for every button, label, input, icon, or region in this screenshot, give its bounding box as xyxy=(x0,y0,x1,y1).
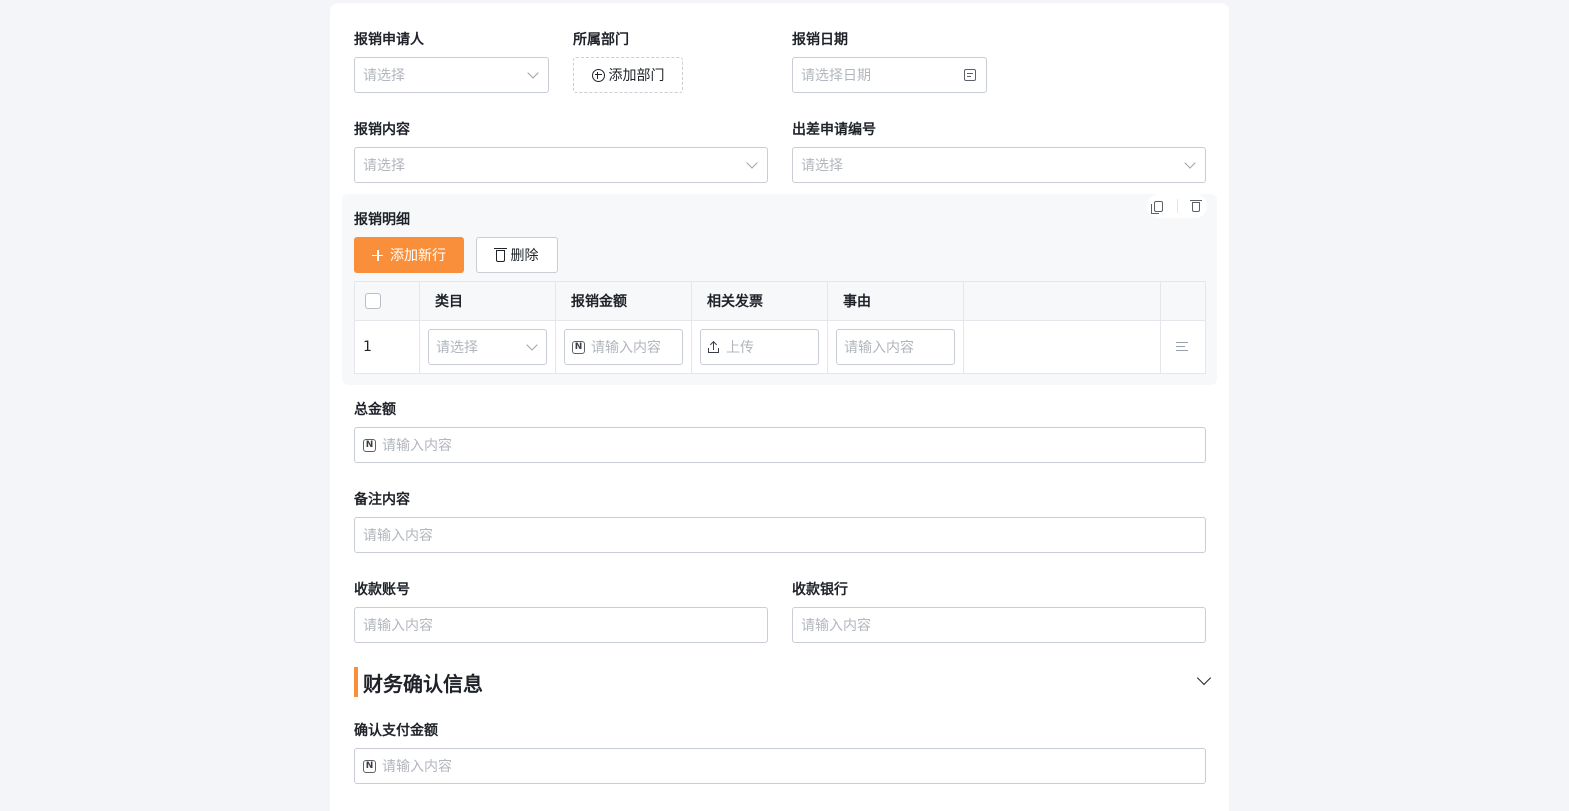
delete-label: 删除 xyxy=(510,248,539,264)
delete-button[interactable]: 删除 xyxy=(476,237,558,273)
content-select[interactable]: 请选择 xyxy=(354,147,768,183)
row-settings-icon[interactable] xyxy=(1176,341,1190,353)
add-row-button[interactable]: 添加新行 xyxy=(354,237,464,273)
date-label: 报销日期 xyxy=(792,32,848,48)
applicant-placeholder: 请选择 xyxy=(363,68,405,84)
accent-bar xyxy=(354,667,358,697)
column-header-reason: 事由 xyxy=(827,281,964,321)
add-department-label: 添加部门 xyxy=(608,68,665,84)
upload-icon xyxy=(708,340,719,353)
number-icon: N xyxy=(363,438,376,452)
trip-no-label: 出差申请编号 xyxy=(792,122,876,138)
remark-input[interactable]: 请输入内容 xyxy=(354,517,1206,553)
upload-label: 上传 xyxy=(726,340,754,356)
category-placeholder: 请选择 xyxy=(436,340,478,356)
table-row: 1 请选择 N 请输入内容 上传 请输入内容 xyxy=(354,320,1206,374)
content-placeholder: 请选择 xyxy=(363,158,405,174)
amount-cell: N 请输入内容 xyxy=(555,320,692,374)
account-placeholder: 请输入内容 xyxy=(363,618,433,634)
reason-placeholder: 请输入内容 xyxy=(844,340,914,356)
number-icon: N xyxy=(363,759,376,773)
category-select[interactable]: 请选择 xyxy=(428,329,547,365)
trash-icon xyxy=(493,248,507,262)
confirm-amount-label: 确认支付金额 xyxy=(354,723,438,739)
details-actions xyxy=(1147,194,1207,218)
account-label: 收款账号 xyxy=(354,582,410,598)
bank-label: 收款银行 xyxy=(792,582,848,598)
trip-no-placeholder: 请选择 xyxy=(801,158,843,174)
select-all-checkbox[interactable] xyxy=(365,293,381,309)
column-header-invoice: 相关发票 xyxy=(691,281,828,321)
add-row-label: 添加新行 xyxy=(390,248,446,264)
date-picker[interactable]: 请选择日期 xyxy=(792,57,987,93)
details-table: 类目 报销金额 相关发票 事由 1 请选择 N 请输入内容 上传 请输入内容 xyxy=(354,281,1206,374)
chevron-down-icon xyxy=(527,66,539,79)
column-header-amount: 报销金额 xyxy=(555,281,692,321)
chevron-down-icon xyxy=(746,156,758,169)
bank-placeholder: 请输入内容 xyxy=(801,618,871,634)
trash-icon[interactable] xyxy=(1190,200,1202,212)
confirm-amount-placeholder: 请输入内容 xyxy=(382,759,452,775)
column-header-ops xyxy=(1160,281,1206,321)
remark-label: 备注内容 xyxy=(354,492,410,508)
chevron-down-icon xyxy=(526,338,538,351)
form-card: 报销申请人 请选择 所属部门 添加部门 报销日期 请选择日期 报销内容 请选择 … xyxy=(330,3,1229,811)
reason-input[interactable]: 请输入内容 xyxy=(836,329,955,365)
amount-placeholder: 请输入内容 xyxy=(591,340,661,356)
reason-cell: 请输入内容 xyxy=(827,320,964,374)
copy-icon[interactable] xyxy=(1151,200,1163,214)
trip-no-select[interactable]: 请选择 xyxy=(792,147,1206,183)
bank-input[interactable]: 请输入内容 xyxy=(792,607,1206,643)
total-input[interactable]: N 请输入内容 xyxy=(354,427,1206,463)
calendar-icon xyxy=(964,69,976,81)
applicant-label: 报销申请人 xyxy=(354,32,424,48)
category-cell: 请选择 xyxy=(419,320,556,374)
content-label: 报销内容 xyxy=(354,122,410,138)
invoice-upload-button[interactable]: 上传 xyxy=(700,329,819,365)
confirm-amount-input[interactable]: N 请输入内容 xyxy=(354,748,1206,784)
applicant-select[interactable]: 请选择 xyxy=(354,57,549,93)
column-header-blank xyxy=(963,281,1161,321)
details-label: 报销明细 xyxy=(354,212,410,228)
invoice-cell: 上传 xyxy=(691,320,828,374)
chevron-down-icon[interactable] xyxy=(1196,670,1212,686)
finance-section-title: 财务确认信息 xyxy=(363,671,483,696)
account-input[interactable]: 请输入内容 xyxy=(354,607,768,643)
total-label: 总金额 xyxy=(354,402,396,418)
amount-input[interactable]: N 请输入内容 xyxy=(564,329,683,365)
divider xyxy=(1177,199,1178,213)
blank-cell xyxy=(963,320,1161,374)
add-department-button[interactable]: 添加部门 xyxy=(573,57,683,93)
plus-icon xyxy=(372,249,383,261)
finance-section-header: 财务确认信息 xyxy=(354,667,483,697)
number-icon: N xyxy=(572,340,585,354)
department-label: 所属部门 xyxy=(573,32,629,48)
date-placeholder: 请选择日期 xyxy=(801,68,871,84)
select-all-cell xyxy=(354,281,420,321)
plus-circle-icon xyxy=(591,68,605,82)
row-ops-cell xyxy=(1160,320,1206,374)
row-index: 1 xyxy=(354,320,420,374)
chevron-down-icon xyxy=(1184,156,1196,169)
remark-placeholder: 请输入内容 xyxy=(363,528,433,544)
total-placeholder: 请输入内容 xyxy=(382,438,452,454)
column-header-category: 类目 xyxy=(419,281,556,321)
table-header-row: 类目 报销金额 相关发票 事由 xyxy=(354,281,1206,321)
